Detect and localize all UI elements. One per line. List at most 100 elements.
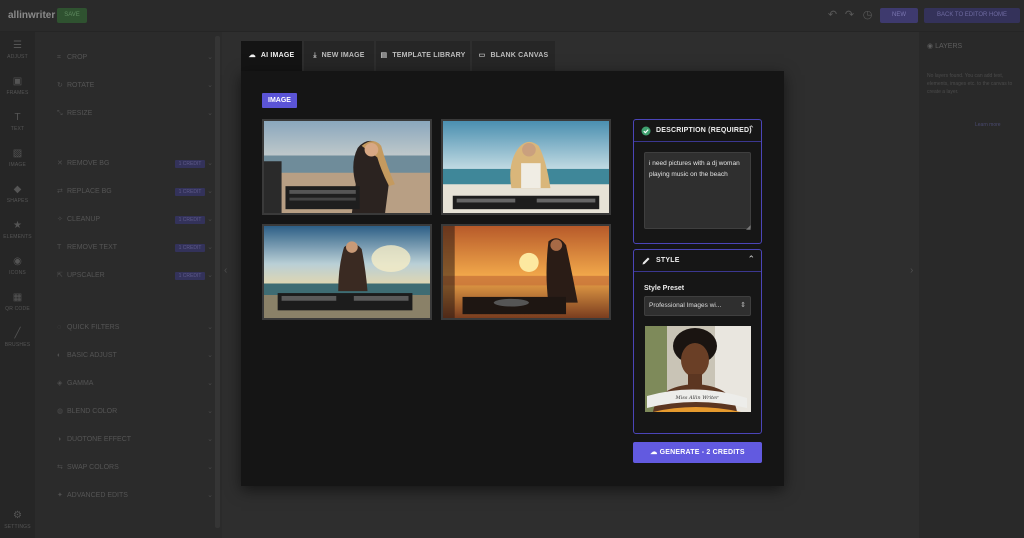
tool-panel-scrollbar[interactable] [215, 36, 220, 528]
top-bar: allinwriter SAVE ↶ ↷ ◷ NEW BACK TO EDITO… [0, 0, 1024, 32]
rail-item-frames[interactable]: ▣ FRAMES [0, 76, 35, 96]
tool-panel: ⌗ CROP ⌄ ↻ ROTATE ⌄ ⤡ RESIZE ⌄ ✕ REMOVE BG 1 CRE… [35, 32, 217, 538]
collapse-right-icon[interactable]: › [910, 265, 913, 276]
tool-remove-text[interactable]: T REMOVE TEXT 1 CREDIT ⌄ [57, 242, 233, 254]
chevron-down-icon: ⌄ [207, 324, 213, 331]
generated-image-2[interactable] [441, 119, 611, 215]
generated-image-1[interactable] [262, 119, 432, 215]
rail-item-elements[interactable]: ★ ELEMENTS [0, 220, 35, 240]
pencil-icon [642, 257, 650, 265]
cloud-icon: ☁ [650, 449, 660, 456]
back-to-editor-button[interactable]: BACK TO EDITOR HOME [924, 8, 1020, 23]
upscale-icon: ⇱ [57, 272, 63, 279]
duotone-icon: ◑ [57, 436, 62, 443]
image-icon: ▨ [12, 148, 23, 159]
upload-icon: ⤓ [313, 52, 317, 59]
style-preview-image: Miss Allin Writer [645, 326, 751, 412]
chevron-down-icon: ⌄ [207, 244, 213, 251]
layers-learn-more-link[interactable]: Learn more [975, 122, 1001, 128]
generate-button[interactable]: ☁ GENERATE - 2 CREDITS [633, 442, 762, 463]
gear-icon: ⚙ [13, 510, 22, 521]
rail-item-icons[interactable]: ◉ ICONS [0, 256, 35, 276]
chevron-down-icon: ⌄ [207, 464, 213, 471]
tool-basic-adjust[interactable]: ◐ BASIC ADJUST ⌄ [57, 350, 233, 362]
credit-badge: 1 CREDIT [175, 216, 205, 224]
description-card: DESCRIPTION (REQUIRED) ⌃ i need pictures… [633, 119, 762, 244]
tool-advanced-edits[interactable]: ✦ ADVANCED EDITS ⌄ [57, 490, 233, 502]
tool-swap-colors[interactable]: ⇆ SWAP COLORS ⌄ [57, 462, 233, 474]
credit-badge: 1 CREDIT [175, 272, 205, 280]
qr-icon: ▦ [12, 292, 23, 303]
rail-item-settings[interactable]: ⚙ SETTINGS [0, 510, 35, 530]
credit-badge: 1 CREDIT [175, 160, 205, 168]
rail-item-qr-code[interactable]: ▦ QR CODE [0, 292, 35, 312]
brush-icon: ╱ [14, 328, 21, 339]
style-card: STYLE ⌃ Style Preset Professional Images… [633, 249, 762, 434]
tool-crop[interactable]: ⌗ CROP ⌄ [57, 52, 233, 64]
rail-item-adjust[interactable]: ☰ ADJUST [0, 40, 35, 60]
tab-template-library[interactable]: ▤ TEMPLATE LIBRARY [376, 41, 470, 71]
save-button[interactable]: SAVE [57, 8, 87, 23]
chevron-down-icon: ⌄ [207, 160, 213, 167]
description-input[interactable]: i need pictures with a dj woman playing … [644, 152, 751, 229]
tab-ai-image[interactable]: ☁ AI IMAGE [241, 41, 302, 71]
chevron-down-icon: ⌄ [207, 82, 213, 89]
modal-body: IMAGE DESCRIPTION (REQUIRED) ⌃ i need pi… [241, 71, 784, 486]
chevron-down-icon: ⌄ [207, 54, 213, 61]
chevron-down-icon: ⌄ [207, 352, 213, 359]
style-preset-select[interactable]: Professional Images wi... ⇕ [644, 296, 751, 316]
chevron-down-icon: ⌄ [207, 492, 213, 499]
layers-title: ◉ LAYERS [927, 43, 963, 50]
chevron-up-icon[interactable]: ⌃ [747, 124, 755, 135]
cleanup-icon: ✧ [57, 216, 63, 223]
blend-icon: ◍ [57, 408, 64, 415]
canvas-icon: ▭ [478, 52, 486, 59]
tool-blend-color[interactable]: ◍ BLEND COLOR ⌄ [57, 406, 233, 418]
undo-icon[interactable]: ↶ [826, 9, 839, 22]
description-card-header[interactable]: DESCRIPTION (REQUIRED) ⌃ [634, 120, 761, 142]
image-type-badge: IMAGE [262, 93, 297, 108]
modal-tabs: ☁ AI IMAGE ⤓ NEW IMAGE ▤ TEMPLATE LIBRARY ▭… [241, 41, 784, 71]
chevron-down-icon: ⌄ [207, 380, 213, 387]
tool-remove-bg[interactable]: ✕ REMOVE BG 1 CREDIT ⌄ [57, 158, 233, 170]
style-title: STYLE [656, 257, 680, 264]
eraser-icon: ✕ [57, 160, 63, 167]
rail-item-shapes[interactable]: ◆ SHAPES [0, 184, 35, 204]
collapse-left-icon[interactable]: ‹ [224, 265, 227, 276]
style-card-header[interactable]: STYLE ⌃ [634, 250, 761, 272]
chevron-down-icon: ⌄ [207, 216, 213, 223]
tab-blank-canvas[interactable]: ▭ BLANK CANVAS [472, 41, 555, 71]
layers-empty-text: No layers found. You can add text, eleme… [927, 73, 1013, 95]
rail-item-image[interactable]: ▨ IMAGE [0, 148, 35, 168]
select-arrows-icon: ⇕ [740, 302, 746, 309]
new-button[interactable]: NEW [880, 8, 918, 23]
tool-gamma[interactable]: ◈ GAMMA ⌄ [57, 378, 233, 390]
shapes-icon: ◆ [13, 184, 22, 195]
tool-upscaler[interactable]: ⇱ UPSCALER 1 CREDIT ⌄ [57, 270, 233, 282]
check-circle-icon [641, 126, 651, 136]
rotate-icon: ↻ [57, 82, 63, 89]
redo-icon[interactable]: ↷ [843, 9, 856, 22]
chevron-up-icon[interactable]: ⌃ [747, 254, 755, 265]
left-rail: ☰ ADJUST ▣ FRAMES T TEXT ▨ IMAGE ◆ SHAPES ★ EL… [0, 32, 35, 538]
credit-badge: 1 CREDIT [175, 244, 205, 252]
sash-caption: Miss Allin Writer [675, 395, 720, 401]
tool-rotate[interactable]: ↻ ROTATE ⌄ [57, 80, 233, 92]
rail-item-brushes[interactable]: ╱ BRUSHES [0, 328, 35, 348]
filter-icon: ◌ [57, 324, 62, 331]
tool-quick-filters[interactable]: ◌ QUICK FILTERS ⌄ [57, 322, 233, 334]
tool-duotone-effect[interactable]: ◑ DUOTONE EFFECT ⌄ [57, 434, 233, 446]
tool-cleanup[interactable]: ✧ CLEANUP 1 CREDIT ⌄ [57, 214, 233, 226]
generated-image-4[interactable] [441, 224, 611, 320]
star-icon: ★ [13, 220, 22, 231]
text-remove-icon: T [57, 244, 62, 251]
generated-image-3[interactable] [262, 224, 432, 320]
tool-replace-bg[interactable]: ⇄ REPLACE BG 1 CREDIT ⌄ [57, 186, 233, 198]
rail-item-text[interactable]: T TEXT [0, 112, 35, 132]
chevron-down-icon: ⌄ [207, 408, 213, 415]
history-icon[interactable]: ◷ [861, 9, 874, 22]
gamma-icon: ◈ [57, 380, 63, 387]
tool-resize[interactable]: ⤡ RESIZE ⌄ [57, 108, 233, 120]
resize-grip-icon[interactable]: ◢ [746, 224, 751, 231]
tab-new-image[interactable]: ⤓ NEW IMAGE [304, 41, 374, 71]
